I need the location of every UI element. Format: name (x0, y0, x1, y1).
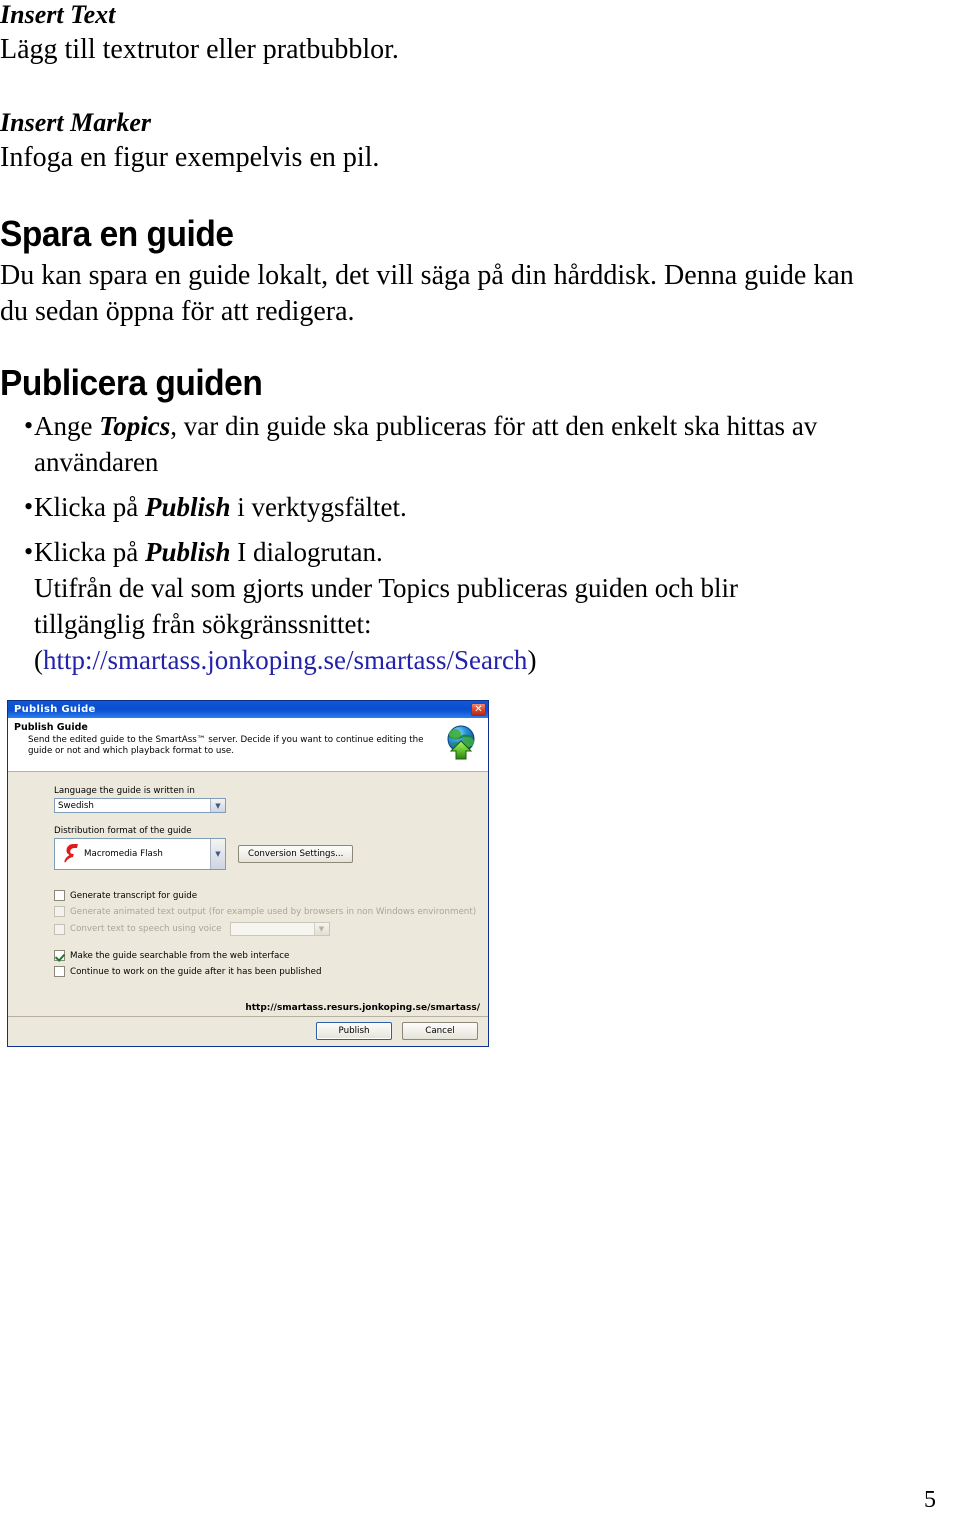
server-url-text: http://smartass.resurs.jonkoping.se/smar… (245, 1003, 480, 1013)
language-select[interactable]: Swedish ▼ (54, 798, 226, 813)
conversion-settings-button[interactable]: Conversion Settings... (238, 845, 354, 863)
section-insert-marker-body: Infoga en figur exempelvis en pil. (0, 140, 960, 176)
checkbox-icon (54, 906, 65, 917)
heading-publicera-guiden: Publicera guiden (0, 362, 960, 404)
section-body: Lägg till textrutor eller pratbubblor. (0, 34, 399, 65)
list-item-text: Klicka på Publish i verktygsfältet. (34, 489, 960, 525)
section-insert-text: Insert Text (0, 0, 960, 30)
heading-text: Publicera guiden (0, 362, 263, 403)
list-item: • Ange Topics, var din guide ska publice… (0, 408, 960, 480)
language-label: Language the guide is written in (54, 786, 195, 796)
section-heading: Insert Text (0, 0, 116, 29)
list-item-line: Klicka på Publish I dialogrutan. (34, 534, 880, 570)
chevron-down-icon[interactable]: ▼ (210, 799, 225, 812)
body-line-1: Du kan spara en guide lokalt, det vill s… (0, 260, 854, 291)
close-paren: ) (527, 645, 537, 675)
banner-text-block: Publish Guide Send the edited guide to t… (14, 722, 442, 756)
list-item-emphasis: Publish (144, 492, 231, 522)
list-item-pre: Ange (34, 411, 100, 441)
dialog-body: Language the guide is written in Swedish… (8, 772, 488, 1016)
list-item: • Klicka på Publish I dialogrutan. Utifr… (0, 534, 960, 678)
chevron-down-icon[interactable]: ▼ (210, 839, 225, 869)
checkbox-icon[interactable] (54, 890, 65, 901)
list-item-pre: Klicka på (34, 537, 145, 567)
heading-spara-en-guide: Spara en guide (0, 213, 960, 255)
dialog-title: Publish Guide (14, 704, 96, 715)
checkbox-row-generate-transcript[interactable]: Generate transcript for guide (8, 890, 488, 901)
checkbox-icon (54, 923, 65, 935)
checkbox-label: Generate animated text output (for examp… (70, 906, 477, 917)
cancel-button[interactable]: Cancel (402, 1022, 478, 1040)
section-insert-text-body: Lägg till textrutor eller pratbubblor. (0, 32, 960, 68)
distribution-value: Macromedia Flash (84, 849, 163, 859)
distribution-field-group: Distribution format of the guide Macrome… (8, 826, 488, 870)
search-url-link[interactable]: http://smartass.jonkoping.se/smartass/Se… (43, 645, 527, 675)
page-number: 5 (924, 1487, 936, 1513)
list-item-pre: Klicka på (34, 492, 145, 522)
language-value: Swedish (58, 800, 94, 811)
publish-guide-dialog: Publish Guide ✕ Publish Guide Send the e… (7, 700, 489, 1047)
banner-description: Send the edited guide to the SmartAss™ s… (28, 735, 424, 756)
list-item-text: Ange Topics, var din guide ska publicera… (34, 408, 960, 480)
checkbox-row-searchable[interactable]: Make the guide searchable from the web i… (8, 950, 488, 961)
list-item: • Klicka på Publish i verktygsfältet. (0, 489, 960, 525)
globe-upload-icon (442, 722, 482, 765)
options-checkbox-group: Generate transcript for guide Generate a… (8, 890, 488, 977)
checkbox-label: Continue to work on the guide after it h… (70, 966, 322, 977)
banner-title: Publish Guide (14, 722, 88, 733)
heading-text: Spara en guide (0, 213, 234, 254)
dialog-footer: Publish Cancel (8, 1016, 488, 1046)
distribution-label: Distribution format of the guide (54, 826, 192, 836)
checkbox-icon[interactable] (54, 950, 65, 961)
publish-bullet-list: • Ange Topics, var din guide ska publice… (0, 408, 960, 678)
checkbox-label: Make the guide searchable from the web i… (70, 950, 290, 961)
checkbox-row-continue-working[interactable]: Continue to work on the guide after it h… (8, 966, 488, 977)
list-item-post: I dialogrutan. (230, 537, 383, 567)
list-item-text: Klicka på Publish I dialogrutan. Utifrån… (34, 534, 960, 678)
list-item-emphasis: Publish (144, 537, 231, 567)
checkbox-row-text-to-speech: Convert text to speech using voice ▼ (8, 922, 488, 936)
trailing-line-2: tillgänglig från sökgränssnittet: (34, 609, 372, 639)
bullet-marker-icon: • (24, 492, 34, 521)
checkbox-row-animated-text: Generate animated text output (for examp… (8, 906, 488, 917)
trailing-line-1: Utifrån de val som gjorts under Topics p… (34, 573, 738, 603)
close-icon[interactable]: ✕ (471, 703, 486, 716)
list-item-post: i verktygsfältet. (230, 492, 407, 522)
checkbox-label: Generate transcript for guide (70, 890, 198, 901)
checkbox-label: Convert text to speech using voice (70, 924, 222, 934)
dialog-titlebar[interactable]: Publish Guide ✕ (8, 701, 488, 718)
bullet-marker-icon: • (24, 537, 34, 566)
language-field-group: Language the guide is written in Swedish… (8, 786, 488, 813)
macromedia-flash-icon (58, 842, 84, 867)
list-item-emphasis: Topics (99, 411, 171, 441)
spara-en-guide-body: Du kan spara en guide lokalt, det vill s… (0, 258, 960, 330)
distribution-select[interactable]: Macromedia Flash ▼ (54, 838, 226, 870)
dialog-banner: Publish Guide Send the edited guide to t… (8, 718, 488, 772)
publish-button[interactable]: Publish (316, 1022, 392, 1040)
body-line-2: du sedan öppna för att redigera. (0, 296, 355, 327)
bullet-marker-icon: • (24, 411, 34, 440)
section-insert-marker: Insert Marker (0, 108, 960, 138)
url-line: (http://smartass.jonkoping.se/smartass/S… (34, 642, 880, 678)
section-heading: Insert Marker (0, 108, 151, 137)
voice-select: ▼ (229, 922, 330, 936)
distribution-row: Macromedia Flash ▼ Conversion Settings..… (54, 838, 488, 870)
open-paren: ( (34, 645, 43, 675)
chevron-down-icon: ▼ (313, 923, 329, 935)
section-body: Infoga en figur exempelvis en pil. (0, 142, 380, 173)
checkbox-icon[interactable] (54, 966, 65, 977)
